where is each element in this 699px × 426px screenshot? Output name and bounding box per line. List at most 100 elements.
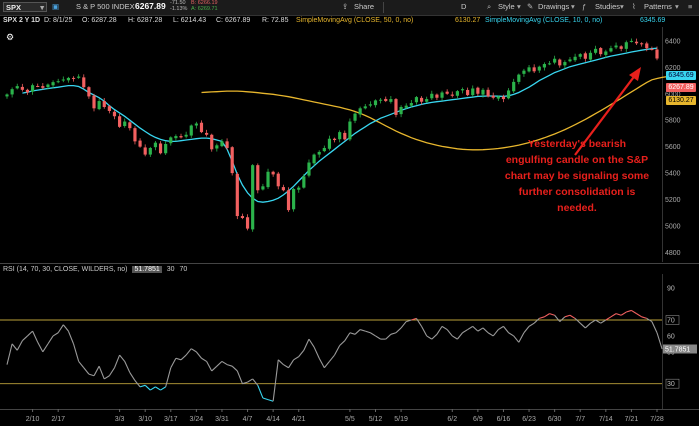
rsi-oversold-level: 30 [166,266,175,273]
rsi-segment [574,318,581,324]
candle [368,104,372,106]
candle [476,87,480,94]
rsi-segment [313,346,320,359]
time-axis[interactable]: 2/10 2/17 3/3 3/10 3/17 3/24 3/31 4/7 4/14 4/21 5/… [0,409,699,426]
candle [25,89,30,93]
candle [169,137,173,144]
patterns-icon[interactable]: ⌇ [632,2,636,11]
candle [158,143,163,154]
rsi-segment [211,365,218,372]
candle [128,122,132,129]
bar-low: L: 6214.43 [173,17,207,24]
sma10-price-label: 6345.69 [666,71,696,80]
rsi-segment [400,321,407,329]
candle [143,147,147,155]
rsi-segment [390,332,397,335]
rsi-segment [451,335,458,340]
rsi-segment [456,332,463,340]
settings-gear-icon[interactable]: ⚙ [6,32,14,42]
candle [527,67,531,72]
rsi-segment [303,338,310,351]
candle [317,151,321,155]
last-price-label: 6267.89 [666,83,696,92]
menu-icon[interactable]: ≡ [688,2,692,11]
sma10-value: 6345.69 [640,17,666,24]
time-tick-label: 6/9 [473,416,483,423]
candle [522,70,526,74]
candle [609,48,613,52]
candle [363,106,367,109]
rsi-chart[interactable]: 907060503051.7851 [0,274,699,409]
rsi-segment [584,322,591,329]
candle [568,59,572,62]
rsi-segment [27,330,33,337]
rsi-label: RSI (14, 70, 30, CLOSE, WILDERS, no) [3,266,128,273]
rsi-segment [93,365,100,377]
pane-divider[interactable] [0,263,699,264]
info-icon[interactable]: ▣ [52,2,59,11]
rsi-segment [175,357,182,361]
symbol-selector[interactable]: SPX ▾ [3,2,47,12]
drawings-menu[interactable]: Drawings [538,2,569,11]
candle [235,173,239,217]
candle [102,101,106,107]
rsi-header[interactable]: RSI (14, 70, 30, CLOSE, WILDERS, no) 51.… [3,266,187,273]
sma50-legend[interactable]: SimpleMovingAvg (CLOSE, 50, 0, no) [296,17,413,24]
candle [112,111,117,117]
candle [61,79,65,81]
candle [537,66,541,71]
rsi-last-value-label: 51.7851 [665,347,690,354]
rsi-segment [283,364,289,369]
rsi-segment [631,309,637,315]
rsi-segment [139,384,146,388]
style-menu[interactable]: Style [498,2,515,11]
candle [379,99,383,101]
candle [578,54,582,57]
chevron-down-icon: ▾ [620,2,624,11]
candle [297,187,301,190]
rsi-segment [656,332,663,350]
rsi-segment [277,359,284,365]
time-tick-label: 5/12 [369,416,383,423]
rsi-segment [206,361,213,372]
rsi-segment [518,332,525,343]
rsi-segment [544,313,550,318]
candle [373,100,378,106]
candle [655,49,659,59]
candle [205,132,209,135]
time-tick-label: 7/28 [650,416,664,423]
share-button[interactable]: Share [354,2,374,11]
candle [501,96,506,100]
time-tick-label: 5/19 [394,416,408,423]
candle [245,217,250,229]
rsi-segment [482,327,489,334]
share-icon[interactable]: ⇪ [342,2,348,11]
studies-menu[interactable]: Studies [595,2,620,11]
rsi-segment [47,335,54,345]
sma10-legend[interactable]: SimpleMovingAvg (CLOSE, 10, 0, no) [485,17,602,24]
aggregation-button[interactable]: D [461,2,466,11]
time-tick-label: 7/7 [575,416,585,423]
rsi-segment [503,326,510,334]
rsi-segment [426,335,433,340]
drawing-pencil-icon[interactable]: ✎ [527,2,533,11]
candle [261,186,265,190]
candle [31,85,35,92]
chevron-down-icon: ▾ [40,3,44,12]
candle [496,96,500,99]
studies-icon[interactable]: ƒ [582,2,586,11]
rsi-segment [201,357,207,362]
rsi-segment [354,329,361,335]
rsi-segment [549,313,555,316]
patterns-menu[interactable]: Patterns [644,2,672,11]
chevron-down-icon: ▾ [675,2,679,11]
candle [517,74,521,82]
symbol-period[interactable]: SPX 2 Y 1D [3,17,40,24]
rsi-segment [492,329,499,337]
candle [619,46,623,49]
price-tick-label: 6400 [665,38,681,45]
zoom-icon[interactable]: ⌕ [487,2,491,12]
candle [614,45,618,48]
chevron-down-icon: ▾ [571,2,575,11]
candle [312,154,316,164]
